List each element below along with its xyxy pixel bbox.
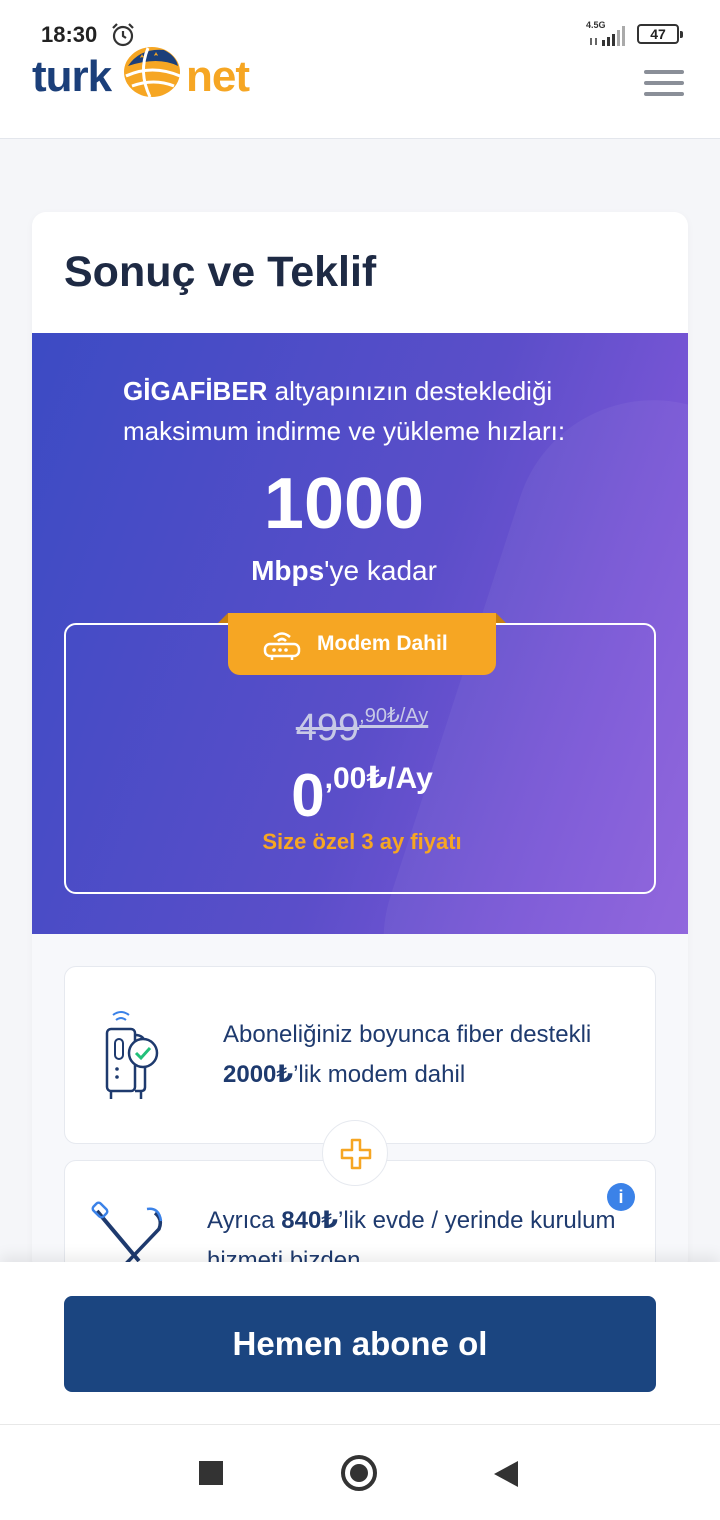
feature-text-part: ’lik modem dahil: [293, 1061, 466, 1088]
menu-bar: [644, 70, 684, 74]
hero-intro-text: GİGAFİBER altyapınızın desteklediği maks…: [123, 371, 603, 451]
feature-modem-text: Aboneliğiniz boyunca fiber destekli 2000…: [223, 1015, 643, 1095]
new-price: 0,00₺/Ay: [66, 761, 658, 830]
modem-included-tag: Modem Dahil: [218, 613, 506, 675]
logo-text-turk: turk: [32, 52, 112, 101]
back-icon[interactable]: [494, 1461, 518, 1487]
old-price-main: 499: [295, 707, 360, 749]
home-icon[interactable]: [341, 1455, 377, 1491]
router-icon: [263, 632, 301, 660]
result-offer-card: Sonuç ve Teklif GİGAFİBER altyapınızın d…: [32, 212, 688, 1272]
features-section: Aboneliğiniz boyunca fiber destekli 2000…: [32, 934, 688, 1272]
plus-shape: [340, 1138, 372, 1170]
system-navigation-bar: [0, 1424, 720, 1520]
modem-included-label: Modem Dahil: [317, 632, 448, 655]
logo-globe-icon: [124, 47, 181, 98]
feature-value: 840₺: [281, 1207, 338, 1234]
recent-apps-icon[interactable]: [199, 1461, 223, 1485]
menu-bar: [644, 81, 684, 85]
turknet-logo[interactable]: turk net: [32, 47, 272, 110]
info-icon[interactable]: i: [607, 1183, 635, 1211]
infrastructure-name: GİGAFİBER: [123, 376, 268, 406]
battery-indicator: 47: [637, 24, 683, 44]
speed-value: 1000: [263, 464, 425, 544]
plus-icon: [322, 1120, 388, 1186]
menu-bar: [644, 92, 684, 96]
price-offer-box: Modem Dahil 499,90₺/Ay 0,00₺/Ay Size öze…: [64, 613, 658, 894]
hamburger-menu-icon[interactable]: [644, 70, 684, 100]
feature-text-part: Ayrıca: [207, 1207, 282, 1234]
old-price-sup: ,90₺/Ay: [359, 705, 429, 727]
speed-unit-rest: 'ye kadar: [324, 555, 437, 586]
status-time: 18:30: [41, 22, 98, 47]
site-header: turk net: [0, 47, 720, 139]
old-price: 499,90₺/Ay: [66, 703, 658, 750]
subscribe-bar: Hemen abone ol: [0, 1262, 720, 1424]
logo-text-net: net: [186, 52, 250, 101]
feature-text-part: Aboneliğiniz boyunca fiber destekli: [223, 1021, 592, 1048]
new-price-sup: ,00₺/Ay: [324, 762, 433, 795]
speed-unit: Mbps'ye kadar: [32, 555, 656, 587]
new-price-main: 0: [291, 762, 325, 829]
speed-hero: GİGAFİBER altyapınızın desteklediği maks…: [32, 333, 688, 934]
subscribe-now-button[interactable]: Hemen abone ol: [64, 1296, 656, 1392]
modem-illustration-icon: [105, 1011, 159, 1099]
feature-value: 2000₺: [223, 1061, 294, 1088]
page-title: Sonuç ve Teklif: [64, 248, 377, 296]
speed-unit-bold: Mbps: [251, 555, 325, 586]
special-price-note: Size özel 3 ay fiyatı: [262, 829, 462, 854]
signal-strength-icon: [590, 26, 625, 46]
feature-modem-included: Aboneliğiniz boyunca fiber destekli 2000…: [64, 966, 656, 1144]
